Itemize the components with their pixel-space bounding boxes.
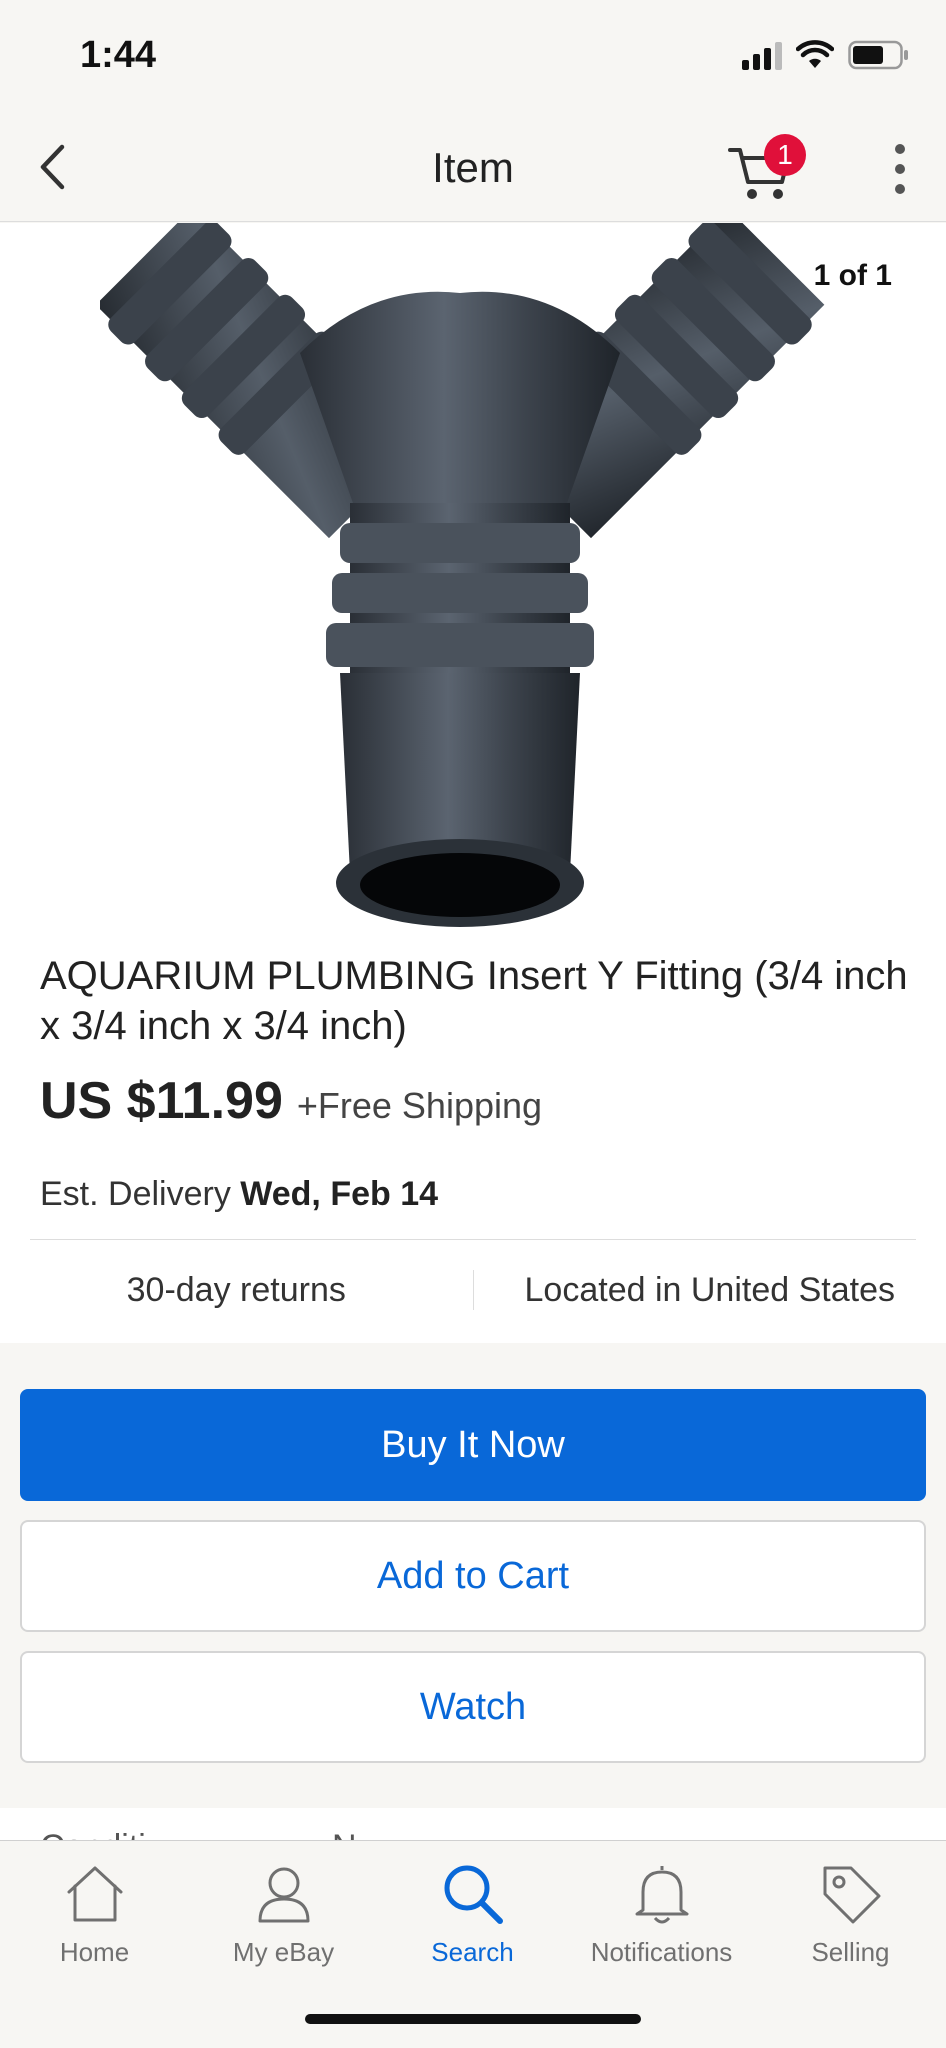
status-time: 1:44 (80, 34, 157, 76)
bell-icon (627, 1859, 697, 1929)
item-content: 1 of 1 AQUARIUM PLUMBING Insert Y Fittin… (0, 208, 946, 1343)
status-bar: 1:44 (0, 0, 946, 110)
tab-my-ebay[interactable]: My eBay (189, 1841, 378, 1971)
tag-icon (816, 1859, 886, 1929)
tab-search[interactable]: Search (378, 1841, 567, 1971)
tab-label: My eBay (232, 1937, 335, 1967)
delivery-estimate: Est. Delivery Wed, Feb 14 (40, 1175, 438, 1214)
cart-count-badge: 1 (764, 134, 806, 176)
status-icons (742, 40, 910, 70)
buy-it-now-button[interactable]: Buy It Now (20, 1389, 926, 1501)
more-dot-icon (895, 184, 905, 194)
tab-bar: Home My eBay Search Notifications Sellin… (0, 1840, 946, 2048)
person-icon (249, 1859, 319, 1929)
price-row: US $11.99 +Free Shipping (40, 1071, 542, 1131)
more-dot-icon (895, 164, 905, 174)
image-counter: 1 of 1 (813, 259, 892, 292)
more-dot-icon (895, 144, 905, 154)
search-icon (438, 1859, 508, 1929)
cart-button[interactable]: 1 (728, 132, 808, 202)
item-location: Located in United States (524, 1270, 895, 1309)
more-options-button[interactable] (890, 144, 910, 194)
tab-label: Selling (811, 1937, 890, 1967)
item-info-row: 30-day returns Located in United States (0, 1240, 946, 1340)
nav-bar: Item 1 (0, 110, 946, 222)
home-indicator (305, 2014, 641, 2024)
returns-policy[interactable]: 30-day returns (0, 1271, 473, 1310)
delivery-date: Wed, Feb 14 (240, 1175, 439, 1213)
price: US $11.99 (40, 1072, 283, 1130)
tab-notifications[interactable]: Notifications (567, 1841, 756, 1971)
product-title: AQUARIUM PLUMBING Insert Y Fitting (3/4 … (40, 954, 908, 1048)
delivery-label: Est. Delivery (40, 1175, 231, 1213)
tab-label: Notifications (590, 1937, 733, 1967)
shipping-info: +Free Shipping (296, 1085, 543, 1126)
tab-home[interactable]: Home (0, 1841, 189, 1971)
product-image[interactable] (95, 208, 846, 933)
tab-selling[interactable]: Selling (756, 1841, 945, 1971)
watch-button[interactable]: Watch (20, 1651, 926, 1763)
tab-label: Search (431, 1937, 514, 1967)
home-icon (60, 1859, 130, 1929)
wifi-icon (796, 40, 834, 70)
add-to-cart-button[interactable]: Add to Cart (20, 1520, 926, 1632)
signal-icon (742, 40, 782, 70)
tab-label: Home (59, 1937, 130, 1967)
battery-icon (848, 40, 910, 70)
